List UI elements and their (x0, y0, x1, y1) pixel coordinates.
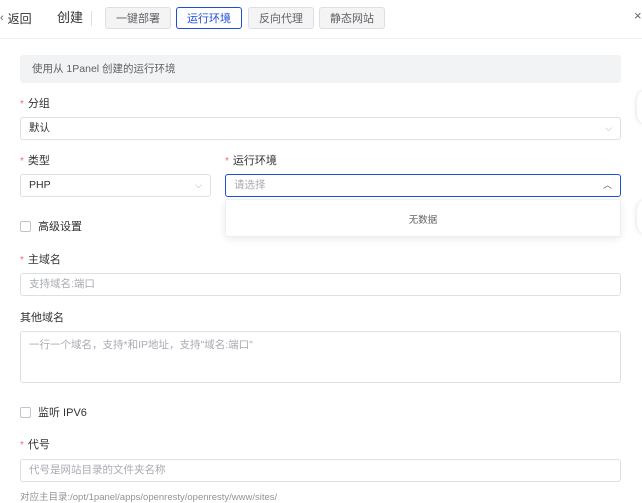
required-mark: * (20, 156, 24, 167)
runtime-dropdown: 无数据 (225, 199, 621, 237)
runtime-select[interactable]: 请选择 ︿ (225, 174, 621, 197)
chevron-down-icon: ⌵ (195, 180, 202, 190)
other-domains-placeholder: 一行一个域名，支持*和IP地址，支持"域名:端口" (29, 339, 253, 351)
info-notice: 使用从 1Panel 创建的运行环境 (20, 55, 621, 83)
tab-one-click-deploy[interactable]: 一键部署 (105, 7, 171, 29)
primary-domain-input[interactable]: 支持域名:端口 (20, 273, 621, 296)
runtime-label: * 运行环境 (225, 155, 277, 167)
type-label: * 类型 (20, 155, 50, 167)
group-label: * 分组 (20, 98, 50, 110)
runtime-placeholder: 请选择 (234, 179, 266, 191)
dropdown-empty-text: 无数据 (408, 215, 438, 226)
required-mark: * (20, 440, 24, 451)
code-placeholder: 代号是网站目录的文件夹名称 (29, 464, 166, 476)
type-value: PHP (29, 179, 51, 191)
checkbox-box[interactable] (20, 220, 31, 232)
tab-runtime[interactable]: 运行环境 (176, 7, 242, 29)
required-mark: * (20, 99, 24, 110)
type-select[interactable]: PHP ⌵ (20, 174, 211, 197)
side-handle[interactable] (637, 90, 642, 124)
close-icon[interactable]: × (634, 8, 642, 23)
primary-domain-placeholder: 支持域名:端口 (29, 278, 95, 290)
group-select[interactable]: 默认 ⌵ (20, 117, 621, 140)
checkbox-box[interactable] (20, 406, 31, 418)
root-directory-hint: 对应主目录:/opt/1panel/apps/openresty/openres… (20, 492, 278, 503)
advanced-settings-label: 高级设置 (38, 221, 82, 233)
chevron-down-icon: ⌵ (605, 123, 612, 133)
code-label: * 代号 (20, 439, 50, 451)
other-domains-textarea[interactable]: 一行一个域名，支持*和IP地址，支持"域名:端口" (20, 331, 621, 383)
chevron-left-icon: ‹ (0, 12, 4, 24)
back-label: 返回 (7, 11, 32, 26)
page-title: 创建 (57, 10, 84, 25)
listen-ipv6-checkbox[interactable]: 监听 IPV6 (20, 404, 87, 420)
tab-reverse-proxy[interactable]: 反向代理 (248, 7, 314, 29)
required-mark: * (225, 156, 229, 167)
required-mark: * (20, 255, 24, 266)
back-button[interactable]: ‹ 返回 (0, 8, 32, 28)
tab-static-site[interactable]: 静态网站 (319, 7, 385, 29)
group-value: 默认 (29, 122, 50, 134)
listen-ipv6-label: 监听 IPV6 (38, 407, 87, 419)
code-input[interactable]: 代号是网站目录的文件夹名称 (20, 459, 621, 482)
drawer-header: ‹ 返回 创建 一键部署 运行环境 反向代理 静态网站 × (0, 0, 642, 39)
advanced-settings-checkbox[interactable]: 高级设置 (20, 218, 82, 234)
other-domains-label: 其他域名 (20, 312, 64, 324)
side-handle[interactable] (637, 200, 642, 234)
chevron-up-icon: ︿ (602, 180, 612, 190)
primary-domain-label: * 主域名 (20, 254, 61, 266)
header-divider (91, 11, 92, 26)
